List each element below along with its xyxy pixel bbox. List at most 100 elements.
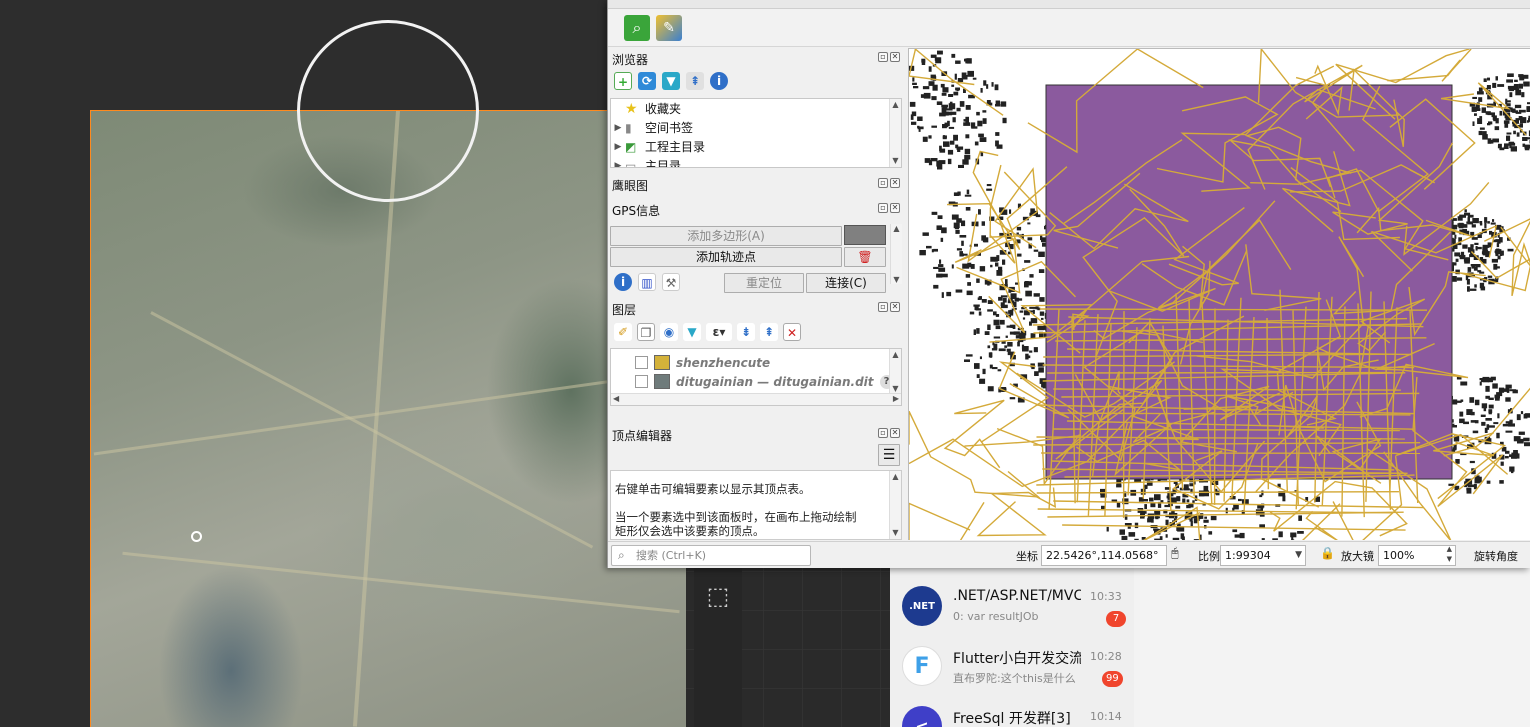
recenter-button[interactable]: 重定位 — [724, 273, 804, 293]
magnifier-spinbox[interactable]: 100% ▲ ▼ — [1378, 545, 1456, 566]
scrollbar[interactable]: ▲ ▼ — [889, 471, 901, 539]
add-group-icon[interactable]: ❐ — [637, 323, 655, 341]
layer-label: ditugainian — ditugainian.dit — [676, 374, 874, 389]
menu-bar-fragment — [608, 0, 1530, 9]
scale-combobox[interactable]: 1:99304 ▼ — [1220, 545, 1306, 566]
tree-item-favorites[interactable]: ★ 收藏夹 — [611, 99, 681, 118]
vertex-editor-panel: 顶点编辑器 ▫ ✕ ☰ 右键单击可编辑要素以显示其顶点表。 当一个要素选中到该面板… — [608, 424, 906, 540]
collapse-all-icon[interactable]: ⇞ — [686, 72, 704, 90]
chat-time: 10:28 — [1090, 650, 1122, 663]
collapse-all-icon[interactable]: ⇞ — [760, 323, 778, 341]
zoom-lens-circle[interactable] — [297, 20, 479, 202]
chat-name: .NET/ASP.NET/MVC — [953, 588, 1081, 604]
close-icon[interactable]: ✕ — [890, 428, 900, 438]
chat-time: 10:33 — [1090, 590, 1122, 603]
tree-item-spatial-bookmarks[interactable]: ▶ ▮ 空间书签 — [611, 118, 693, 137]
gps-panel: GPS信息 ▫ ✕ 添加多边形(A) 添加轨迹点 🗑 ▲ ▼ i ▥ ⚒ 重定位 … — [608, 198, 906, 298]
help-line: 矩形仅会选中该要素的顶点。 — [615, 524, 765, 538]
horizontal-scrollbar[interactable]: ◀ ▶ — [611, 393, 901, 405]
dock-controls: ▫ ✕ — [878, 52, 902, 64]
filter-icon[interactable]: ▼ — [662, 72, 680, 90]
layers-title: 图层 — [612, 303, 637, 317]
close-icon[interactable]: ✕ — [890, 178, 900, 188]
float-icon[interactable]: ▫ — [878, 428, 888, 438]
folder-icon: ▭ — [625, 158, 637, 168]
overview-panel: 鹰眼图 ▫ ✕ — [608, 173, 906, 197]
satellite-image — [90, 110, 686, 727]
close-icon[interactable]: ✕ — [890, 52, 900, 62]
coordinate-field[interactable]: 22.5426°,114.0568° — [1041, 545, 1167, 566]
tree-item-project-home[interactable]: ▶ ◩ 工程主目录 — [611, 137, 705, 156]
add-track-point-button[interactable]: 添加轨迹点 — [610, 247, 842, 267]
expand-arrow-icon[interactable]: ▶ — [611, 142, 625, 152]
expand-all-icon[interactable]: ⇟ — [737, 323, 755, 341]
layer-checkbox[interactable] — [635, 375, 648, 388]
delete-icon[interactable]: 🗑 — [844, 247, 886, 267]
spin-arrows-icon: ▲ ▼ — [1446, 545, 1452, 563]
background-panel — [1134, 568, 1530, 727]
chat-item[interactable]: < FreeSql 开发群[3] 10:14 — [890, 698, 1134, 727]
float-icon[interactable]: ▫ — [878, 178, 888, 188]
unread-badge: 7 — [1106, 611, 1126, 627]
chat-time: 10:14 — [1090, 710, 1122, 723]
cursor-marker-icon — [191, 531, 202, 542]
close-icon[interactable]: ✕ — [890, 302, 900, 312]
float-icon[interactable]: ▫ — [878, 302, 888, 312]
scrollbar[interactable]: ▲ ▼ — [889, 99, 901, 167]
visibility-eye-icon[interactable]: ◉ — [660, 323, 678, 341]
connect-button[interactable]: 连接(C) — [806, 273, 886, 293]
layer-item[interactable]: shenzhencute — [613, 353, 770, 372]
expand-arrow-icon[interactable]: ▶ — [611, 123, 625, 133]
close-icon[interactable]: ✕ — [890, 203, 900, 213]
3d-cube-icon[interactable]: ⬚ — [702, 580, 734, 612]
avatar: F — [902, 646, 942, 686]
map-render — [909, 49, 1530, 540]
info-icon[interactable]: i — [710, 72, 728, 90]
search-icon: ⌕ — [618, 548, 625, 562]
tree-item-home[interactable]: ▶ ▭ 主目录 — [611, 156, 681, 168]
options-menu-icon[interactable]: ☰ — [878, 444, 900, 466]
lock-icon[interactable]: 🔒 — [1320, 546, 1335, 560]
chat-item[interactable]: .NET .NET/ASP.NET/MVC 10:33 0: var resul… — [890, 578, 1134, 638]
add-selected-icon[interactable]: + — [614, 72, 632, 90]
status-bar: ⌕ 搜索 (Ctrl+K) 坐标 22.5426°,114.0568° 🖰 比例… — [608, 541, 1530, 568]
tree-item-label: 空间书签 — [645, 121, 694, 135]
dock-controls: ▫ ✕ — [878, 302, 902, 314]
coordinate-label: 坐标 — [1016, 550, 1038, 563]
zoom-search-icon[interactable]: ⌕ — [624, 15, 650, 41]
edit-tools-icon[interactable]: ✎ — [656, 15, 682, 41]
project-home-icon: ◩ — [625, 139, 637, 154]
browser-toolbar: + ⟳ ▼ ⇞ i — [614, 70, 728, 92]
color-swatch[interactable] — [844, 225, 886, 245]
info-icon[interactable]: i — [614, 273, 632, 291]
qgis-window: ⌕ ✎ 浏览器 ▫ ✕ + ⟳ ▼ ⇞ i ★ 收藏夹 ▶ ▮ 空间书签 ▶ ◩… — [607, 0, 1530, 568]
chat-list: .NET .NET/ASP.NET/MVC 10:33 0: var resul… — [890, 568, 1134, 727]
filter-icon[interactable]: ▼ — [683, 323, 701, 341]
style-brush-icon[interactable]: ✐ — [614, 323, 632, 341]
scrollbar[interactable]: ▲ ▼ — [889, 349, 901, 395]
expression-filter-icon[interactable]: ε▾ — [706, 323, 732, 341]
browser-panel: 浏览器 ▫ ✕ + ⟳ ▼ ⇞ i ★ 收藏夹 ▶ ▮ 空间书签 ▶ ◩ 工程主… — [608, 48, 906, 168]
float-icon[interactable]: ▫ — [878, 203, 888, 213]
tree-item-label: 主目录 — [645, 159, 682, 168]
add-polygon-button[interactable]: 添加多边形(A) — [610, 226, 842, 246]
scrollbar[interactable]: ▲ ▼ — [890, 224, 902, 284]
chart-icon[interactable]: ▥ — [638, 273, 656, 291]
layer-item[interactable]: ditugainian — ditugainian.dit ? — [613, 372, 894, 391]
mouse-icon[interactable]: 🖰 — [1171, 546, 1179, 561]
layer-symbol — [654, 374, 670, 389]
expand-arrow-icon[interactable]: ▶ — [611, 161, 625, 168]
chat-name: FreeSql 开发群[3] — [953, 711, 1071, 727]
layer-label: shenzhencute — [676, 355, 771, 370]
locator-search-input[interactable]: ⌕ 搜索 (Ctrl+K) — [611, 545, 811, 566]
refresh-icon[interactable]: ⟳ — [638, 72, 656, 90]
map-canvas[interactable] — [908, 48, 1530, 540]
overview-title: 鹰眼图 — [612, 179, 649, 193]
star-icon: ★ — [625, 100, 638, 117]
help-line: 右键单击可编辑要素以显示其顶点表。 — [615, 482, 811, 496]
float-icon[interactable]: ▫ — [878, 52, 888, 62]
remove-layer-icon[interactable]: ✕ — [783, 323, 801, 341]
layer-checkbox[interactable] — [635, 356, 648, 369]
chat-item[interactable]: F Flutter小白开发交流 10:28 直布罗陀:这个this是什么 99 — [890, 638, 1134, 698]
settings-wrench-icon[interactable]: ⚒ — [662, 273, 680, 291]
